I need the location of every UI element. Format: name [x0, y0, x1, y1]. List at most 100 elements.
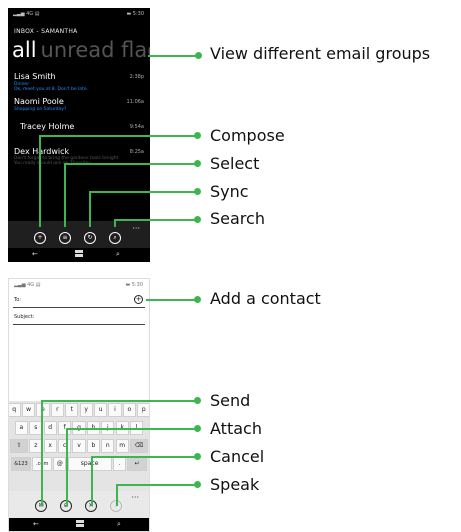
callout-label-speak: Speak — [210, 475, 260, 494]
keyboard-key[interactable]: m — [115, 439, 129, 453]
callout-line — [116, 484, 118, 506]
keyboard-key[interactable]: . — [112, 457, 126, 471]
email-time: 8:25a — [129, 149, 144, 155]
callout-line — [89, 191, 197, 193]
callout-line — [64, 163, 197, 165]
nav-bar: ← ⌕ — [8, 248, 150, 262]
keyboard-key[interactable]: ⌫ — [130, 439, 148, 453]
callout-line — [66, 428, 68, 506]
windows-logo-icon[interactable] — [76, 520, 84, 529]
keyboard-key[interactable]: e — [36, 403, 50, 417]
keyboard-key[interactable]: space — [67, 457, 112, 471]
callout-line — [39, 135, 41, 227]
email-sender: Naomi Poole — [14, 97, 64, 106]
email-sender: Tracey Holme — [20, 122, 75, 131]
callout-label-cancel: Cancel — [210, 447, 265, 466]
more-options-icon[interactable]: ··· — [131, 493, 139, 502]
search-icon[interactable]: ⌕ — [109, 232, 121, 244]
callout-line — [66, 428, 197, 430]
callout-label-compose: Compose — [210, 126, 285, 145]
status-battery-time: ▬ 5:30 — [125, 282, 143, 288]
email-subject: Shopping on Saturday? — [14, 107, 67, 112]
callout-line — [41, 400, 197, 402]
add-contact-icon[interactable]: + — [134, 295, 143, 304]
keyboard-key[interactable]: @ — [53, 457, 67, 471]
keyboard-key[interactable]: ↵ — [127, 457, 147, 471]
keyboard-key[interactable]: i — [108, 403, 122, 417]
email-time: 2:38p — [129, 74, 144, 80]
back-icon[interactable]: ← — [32, 250, 38, 258]
callout-line — [39, 135, 197, 137]
on-screen-keyboard: qwertyuiop asdfghjkl ⇧zxcvbnm⌫ &123.com@… — [9, 401, 149, 491]
callout-dot — [194, 481, 201, 488]
keyboard-key[interactable]: x — [43, 439, 57, 453]
pivot-unread-flagged[interactable]: unread flagg — [41, 38, 150, 62]
callout-line — [89, 191, 91, 227]
nav-bar: ← ⌕ — [9, 518, 149, 531]
callout-label-email-groups: View different email groups — [210, 44, 431, 63]
back-icon[interactable]: ← — [33, 520, 39, 528]
callout-line — [116, 484, 197, 486]
status-battery-time: ▬ 5:30 — [126, 11, 144, 17]
app-bar: + ≡ ↻ ⌕ ··· — [8, 221, 150, 249]
keyboard-key[interactable]: c — [58, 439, 72, 453]
to-field[interactable]: To: + — [13, 295, 145, 308]
callout-dot — [195, 52, 202, 59]
keyboard-key[interactable]: w — [22, 403, 36, 417]
keyboard-key[interactable]: b — [86, 439, 100, 453]
email-item[interactable]: Naomi Poole 11:06a Shopping on Saturday? — [14, 97, 144, 112]
keyboard-key[interactable]: n — [101, 439, 115, 453]
keyboard-key[interactable]: &123 — [11, 457, 31, 471]
callout-dot — [194, 132, 201, 139]
callout-dot — [194, 397, 201, 404]
callout-line — [146, 299, 196, 301]
windows-logo-icon[interactable] — [75, 250, 83, 259]
keyboard-key[interactable]: y — [79, 403, 93, 417]
compose-icon[interactable]: + — [34, 232, 46, 244]
sync-icon[interactable]: ↻ — [84, 232, 96, 244]
keyboard-key[interactable]: o — [122, 403, 136, 417]
callout-dot — [194, 453, 201, 460]
select-icon[interactable]: ≡ — [59, 232, 71, 244]
callout-dot — [194, 216, 201, 223]
more-options-icon[interactable]: ··· — [132, 224, 140, 233]
callout-label-attach: Attach — [210, 419, 262, 438]
callout-line — [114, 219, 197, 221]
email-group-pivots[interactable]: allunread flagg — [12, 38, 150, 62]
callout-label-send: Send — [210, 391, 251, 410]
status-signal: ▂▃▅ 4G ▤ — [14, 282, 41, 288]
callout-label-select: Select — [210, 154, 260, 173]
callout-label-sync: Sync — [210, 182, 249, 201]
keyboard-key[interactable]: d — [43, 421, 57, 435]
keyboard-key[interactable]: q — [9, 403, 21, 417]
status-bar: ▂▃▅ 4G ▤ ▬ 5:30 — [9, 279, 149, 291]
nav-search-icon[interactable]: ⌕ — [116, 250, 120, 259]
status-signal: ▂▃▅ 4G ▤ — [13, 11, 40, 17]
nav-search-icon[interactable]: ⌕ — [117, 520, 121, 529]
pivot-all[interactable]: all — [12, 38, 37, 62]
keyboard-key[interactable]: r — [50, 403, 64, 417]
keyboard-key[interactable]: t — [65, 403, 79, 417]
email-sender: Lisa Smith — [14, 72, 56, 81]
email-item[interactable]: Tracey Holme 9:54a — [20, 122, 144, 131]
callout-label-add-contact: Add a contact — [210, 289, 321, 308]
callout-dot — [194, 296, 201, 303]
compose-app-bar: ✉ ⊘ ✕ ♪ ··· — [9, 491, 149, 519]
callout-dot — [194, 425, 201, 432]
inbox-title: INBOX - SAMANTHA — [14, 28, 78, 35]
subject-label: Subject: — [14, 314, 35, 320]
callout-dot — [194, 188, 201, 195]
callout-line — [148, 55, 198, 57]
keyboard-key[interactable]: u — [94, 403, 108, 417]
email-item[interactable]: Lisa Smith 2:38p Dinner Ok, meet you at … — [14, 72, 144, 92]
callout-line — [41, 400, 43, 506]
email-time: 11:06a — [126, 99, 144, 105]
email-time: 9:54a — [129, 124, 144, 130]
subject-field[interactable]: Subject: — [13, 312, 145, 325]
status-bar: ▂▃▅ 4G ▤ ▬ 5:30 — [8, 8, 150, 20]
to-label: To: — [14, 297, 21, 303]
keyboard-key[interactable]: a — [14, 421, 28, 435]
keyboard-key[interactable]: v — [72, 439, 86, 453]
keyboard-key[interactable]: p — [137, 403, 149, 417]
keyboard-key[interactable]: ⇧ — [10, 439, 28, 453]
